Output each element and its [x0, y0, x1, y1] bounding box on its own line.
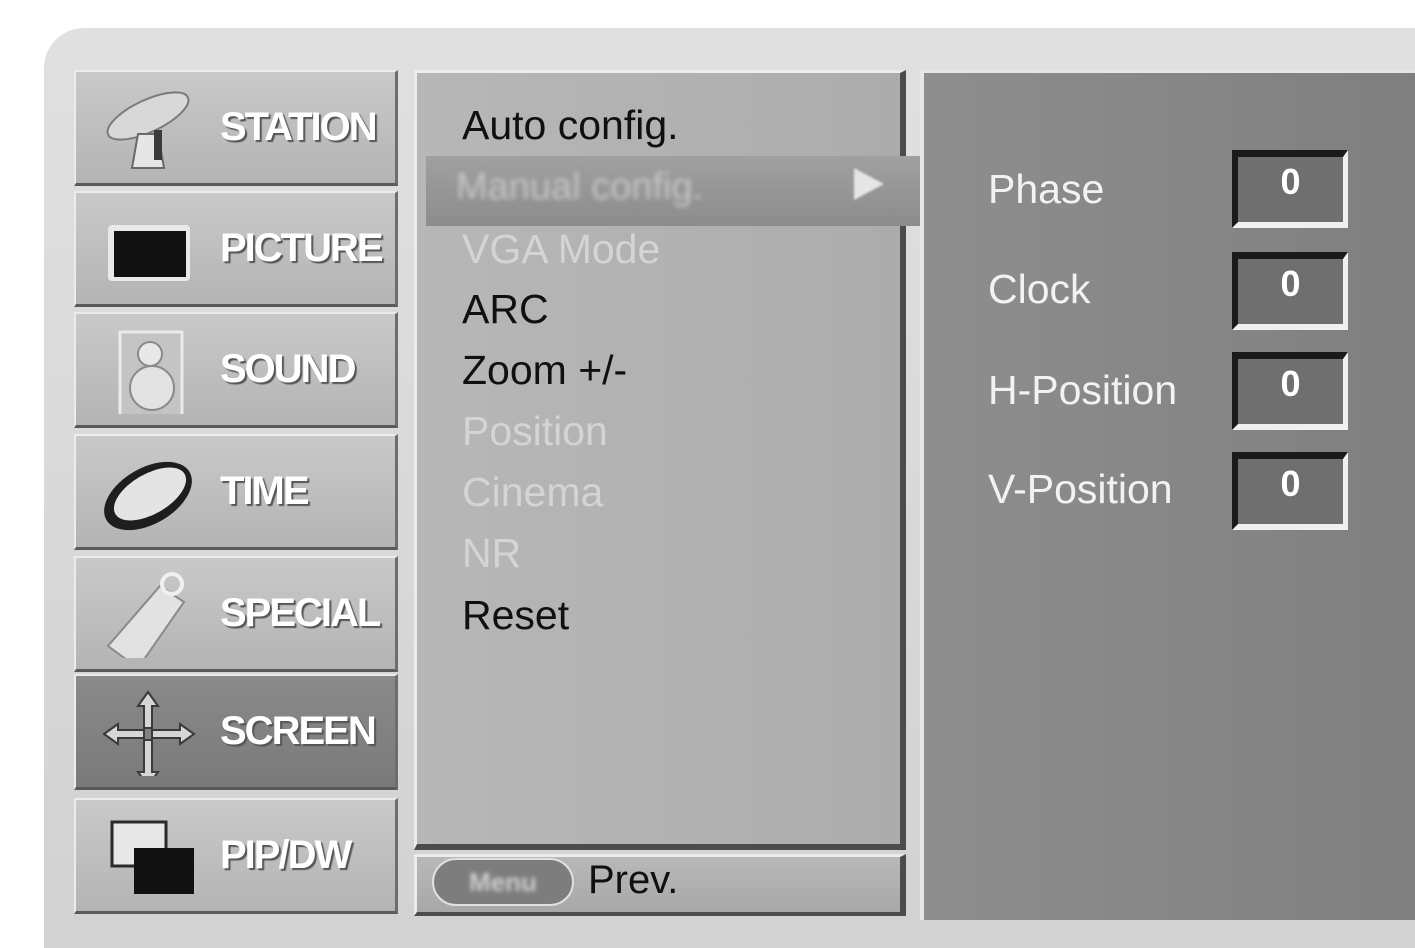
param-v-position-value[interactable]: 0 — [1232, 452, 1348, 530]
tab-station[interactable]: STATION — [74, 70, 398, 186]
menu-item-cinema: Cinema — [462, 469, 604, 515]
param-phase-label: Phase — [988, 166, 1105, 212]
prev-label: Prev. — [588, 858, 679, 902]
tab-station-label: STATION — [220, 105, 378, 149]
tab-screen-label: SCREEN — [220, 709, 377, 753]
param-h-position-label: H-Position — [988, 367, 1178, 413]
tab-time[interactable]: TIME — [74, 434, 398, 550]
param-clock-label: Clock — [988, 266, 1091, 312]
menu-item-vga-mode: VGA Mode — [462, 226, 661, 272]
tab-picture-label: PICTURE — [220, 226, 384, 270]
tab-picture[interactable]: PICTURE — [74, 191, 398, 307]
clock-icon — [98, 450, 198, 536]
tv-screen-icon — [98, 207, 198, 293]
param-phase-value[interactable]: 0 — [1232, 150, 1348, 228]
tab-special[interactable]: SPECIAL — [74, 556, 398, 672]
param-clock-value[interactable]: 0 — [1232, 252, 1348, 330]
menu-key-label: Menu — [469, 867, 537, 897]
menu-item-position: Position — [462, 408, 608, 454]
move-arrows-icon — [98, 690, 198, 788]
menu-item-nr: NR — [462, 530, 522, 576]
pip-windows-icon — [98, 814, 198, 900]
tab-time-label: TIME — [220, 469, 310, 513]
tag-icon — [98, 572, 198, 670]
tab-special-label: SPECIAL — [220, 591, 381, 635]
param-v-position-label: V-Position — [988, 466, 1173, 512]
tab-pip-dw-label: PIP/DW — [220, 833, 352, 877]
submenu-arrow-icon — [854, 168, 884, 200]
menu-item-zoom[interactable]: Zoom +/- — [462, 347, 627, 394]
tab-screen[interactable]: SCREEN — [74, 674, 398, 790]
satellite-dish-icon — [98, 86, 198, 172]
menu-item-reset[interactable]: Reset — [462, 592, 569, 639]
menu-key-button[interactable]: Menu — [432, 858, 574, 906]
menu-item-manual-config[interactable]: Manual config. — [456, 166, 703, 209]
menu-item-auto-config[interactable]: Auto config. — [462, 102, 679, 149]
speaker-icon — [98, 328, 198, 418]
menu-item-arc[interactable]: ARC — [462, 286, 549, 333]
tab-sound[interactable]: SOUND — [74, 312, 398, 428]
tab-pip-dw[interactable]: PIP/DW — [74, 798, 398, 914]
param-h-position-value[interactable]: 0 — [1232, 352, 1348, 430]
tab-sound-label: SOUND — [220, 347, 356, 391]
